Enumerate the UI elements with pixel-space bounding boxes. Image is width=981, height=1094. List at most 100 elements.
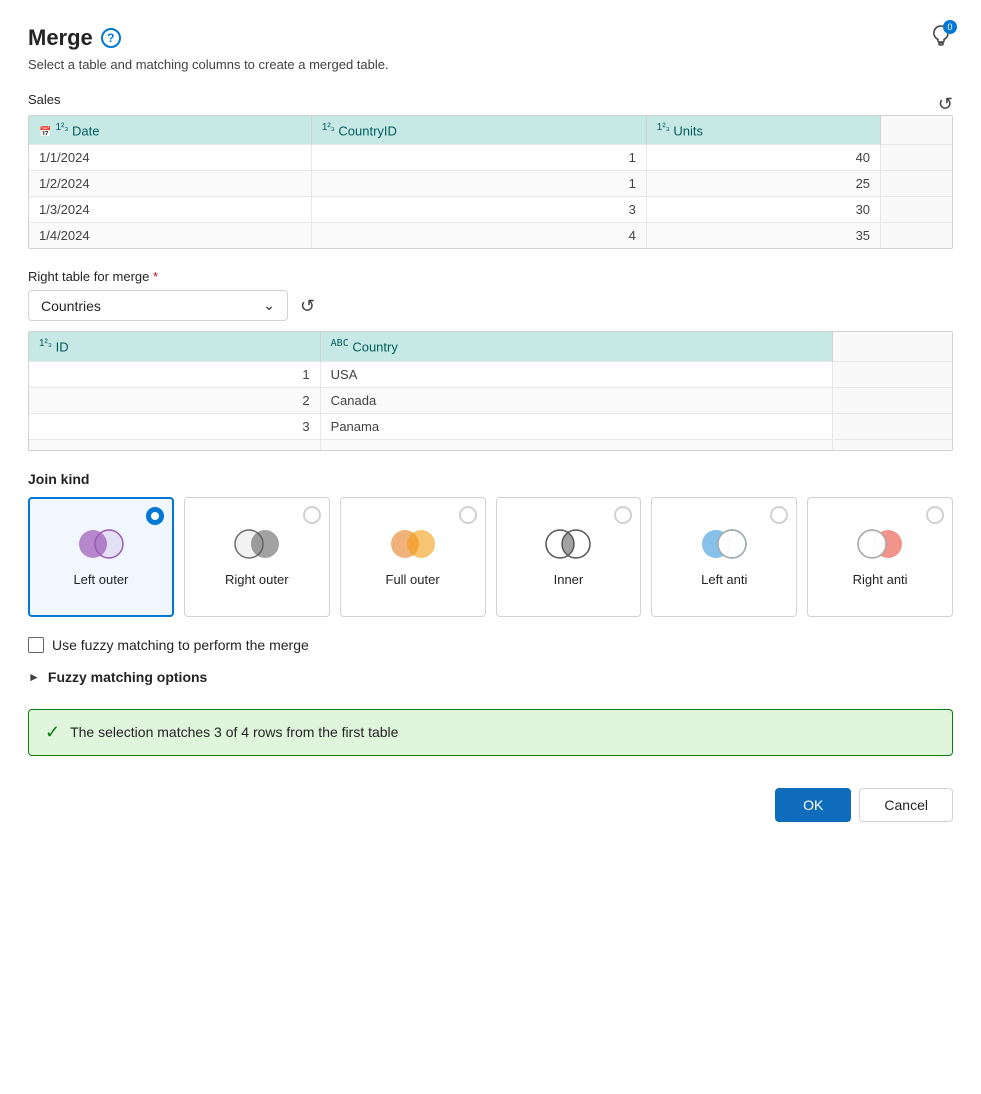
join-label-full-outer: Full outer — [386, 572, 440, 587]
sales-table: 📅1²₃ Date 1²₃ CountryID 1²₃ Units 1/1/20… — [28, 115, 953, 249]
join-label-left-anti: Left anti — [701, 572, 747, 587]
countries-col-country: ABC Country — [320, 332, 833, 361]
cell-country: USA — [320, 361, 833, 387]
cell-date: 1/4/2024 — [29, 223, 311, 249]
right-table-section: Right table for merge * Countries ⌄ ↺ 1²… — [28, 269, 953, 450]
table-row: 1/4/2024 4 35 — [29, 223, 952, 249]
cell-units: 40 — [646, 145, 880, 171]
sales-header-row: Sales ↺ — [28, 92, 953, 115]
radio-right-outer — [303, 506, 321, 524]
fuzzy-options-label: Fuzzy matching options — [48, 669, 207, 685]
fuzzy-checkbox-row[interactable]: Use fuzzy matching to perform the merge — [28, 637, 953, 653]
venn-inner — [541, 526, 595, 562]
join-label-inner: Inner — [554, 572, 584, 587]
help-icon[interactable]: ? — [101, 28, 121, 48]
join-kind-label: Join kind — [28, 471, 953, 487]
cell-date: 1/1/2024 — [29, 145, 311, 171]
sales-col-date: 📅1²₃ Date — [29, 116, 311, 145]
cell-countryid: 1 — [311, 171, 646, 197]
status-text: The selection matches 3 of 4 rows from t… — [70, 724, 398, 740]
sales-col-empty — [881, 116, 952, 145]
join-option-right-outer[interactable]: Right outer — [184, 497, 330, 617]
cell-empty — [881, 171, 952, 197]
required-marker: * — [153, 269, 158, 284]
right-table-refresh-icon[interactable]: ↺ — [300, 296, 315, 317]
cell-empty — [833, 439, 952, 450]
lightbulb-badge: 0 — [943, 20, 957, 34]
cell-countryid: 1 — [311, 145, 646, 171]
right-table-dropdown[interactable]: Countries ⌄ — [28, 290, 288, 321]
cell-countryid: 4 — [311, 223, 646, 249]
cell-units: 30 — [646, 197, 880, 223]
dropdown-container: Countries ⌄ ↺ — [28, 290, 953, 321]
cell-date: 1/2/2024 — [29, 171, 311, 197]
chevron-right-icon: ► — [28, 670, 40, 684]
sales-refresh-icon[interactable]: ↺ — [938, 94, 953, 115]
countries-col-empty — [833, 332, 952, 361]
cell-id: 1 — [29, 361, 320, 387]
cell-empty — [881, 197, 952, 223]
cell-countryid: 3 — [311, 197, 646, 223]
radio-full-outer — [459, 506, 477, 524]
table-row — [29, 439, 952, 450]
venn-left-outer — [74, 526, 128, 562]
fuzzy-options-row[interactable]: ► Fuzzy matching options — [28, 669, 953, 685]
chevron-down-icon: ⌄ — [263, 297, 275, 314]
ok-button[interactable]: OK — [775, 788, 851, 822]
table-row: 1 USA — [29, 361, 952, 387]
cell-empty — [833, 387, 952, 413]
cell-id: 2 — [29, 387, 320, 413]
join-option-left-anti[interactable]: Left anti — [651, 497, 797, 617]
footer-buttons: OK Cancel — [28, 788, 953, 822]
sales-label: Sales — [28, 92, 61, 107]
radio-inner — [614, 506, 632, 524]
venn-left-anti — [697, 526, 751, 562]
join-label-right-anti: Right anti — [853, 572, 908, 587]
join-option-full-outer[interactable]: Full outer — [340, 497, 486, 617]
cell-empty — [320, 439, 833, 450]
right-table-label: Right table for merge * — [28, 269, 953, 284]
join-label-right-outer: Right outer — [225, 572, 289, 587]
cell-country: Panama — [320, 413, 833, 439]
header: Merge ? 0 — [28, 24, 953, 51]
join-option-inner[interactable]: Inner — [496, 497, 642, 617]
join-option-right-anti[interactable]: Right anti — [807, 497, 953, 617]
join-option-left-outer[interactable]: Left outer — [28, 497, 174, 617]
countries-table: 1²₃ ID ABC Country 1 USA 2 Canada 3 — [28, 331, 953, 450]
sales-col-units: 1²₃ Units — [646, 116, 880, 145]
join-label-left-outer: Left outer — [73, 572, 128, 587]
radio-right-anti — [926, 506, 944, 524]
table-row: 1/3/2024 3 30 — [29, 197, 952, 223]
cell-empty — [833, 413, 952, 439]
cell-id: 3 — [29, 413, 320, 439]
cell-country: Canada — [320, 387, 833, 413]
radio-left-anti — [770, 506, 788, 524]
table-row: 2 Canada — [29, 387, 952, 413]
join-options: Left outer Right outer Full outer — [28, 497, 953, 617]
sales-section: Sales ↺ 📅1²₃ Date 1²₃ CountryID 1²₃ Unit… — [28, 92, 953, 249]
sales-col-countryid: 1²₃ CountryID — [311, 116, 646, 145]
cell-units: 35 — [646, 223, 880, 249]
page-title: Merge — [28, 25, 93, 51]
cell-empty — [833, 361, 952, 387]
venn-right-anti — [853, 526, 907, 562]
cell-empty — [881, 145, 952, 171]
cell-date: 1/3/2024 — [29, 197, 311, 223]
cell-empty — [881, 223, 952, 249]
table-row: 1/2/2024 1 25 — [29, 171, 952, 197]
status-banner: ✓ The selection matches 3 of 4 rows from… — [28, 709, 953, 756]
venn-right-outer — [230, 526, 284, 562]
cancel-button[interactable]: Cancel — [859, 788, 953, 822]
check-circle-icon: ✓ — [45, 722, 60, 743]
title-area: Merge ? — [28, 25, 121, 51]
cell-empty — [29, 439, 320, 450]
radio-left-outer — [146, 507, 164, 525]
dropdown-value: Countries — [41, 298, 101, 314]
fuzzy-checkbox-label: Use fuzzy matching to perform the merge — [52, 637, 309, 653]
cell-units: 25 — [646, 171, 880, 197]
table-row: 3 Panama — [29, 413, 952, 439]
lightbulb-button[interactable]: 0 — [929, 24, 953, 51]
venn-full-outer — [386, 526, 440, 562]
fuzzy-checkbox[interactable] — [28, 637, 44, 653]
table-row: 1/1/2024 1 40 — [29, 145, 952, 171]
